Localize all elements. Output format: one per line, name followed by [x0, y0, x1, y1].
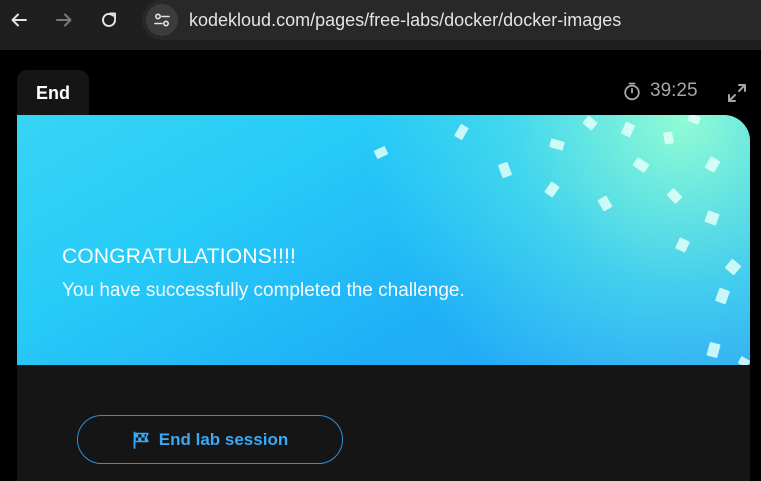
reload-button[interactable]: [93, 4, 125, 36]
timer-value: 39:25: [650, 80, 698, 101]
confetti-piece: [663, 131, 674, 145]
end-lab-session-label: End lab session: [158, 429, 289, 449]
address-bar[interactable]: kodekloud.com/pages/free-labs/docker/doc…: [142, 0, 761, 40]
end-lab-session-button[interactable]: End lab session: [77, 415, 343, 464]
back-button[interactable]: [3, 4, 35, 36]
forward-arrow-icon: [56, 13, 72, 27]
browser-toolbar: kodekloud.com/pages/free-labs/docker/doc…: [0, 0, 761, 50]
back-arrow-icon: [11, 13, 27, 27]
banner-glow: [360, 115, 750, 365]
url-text[interactable]: kodekloud.com/pages/free-labs/docker/doc…: [189, 10, 621, 31]
lab-result-panel: CONGRATULATIONS!!!! You have successfull…: [17, 115, 750, 481]
site-settings-icon: [154, 13, 170, 27]
expand-button[interactable]: [726, 82, 748, 104]
congratulations-title: CONGRATULATIONS!!!!: [62, 245, 297, 268]
tab-end[interactable]: End: [17, 70, 89, 118]
congratulations-banner: CONGRATULATIONS!!!! You have successfull…: [17, 115, 750, 365]
forward-button[interactable]: [48, 4, 80, 36]
lab-timer: 39:25: [622, 80, 698, 102]
expand-icon: [728, 84, 746, 102]
congratulations-message: You have successfully completed the chal…: [62, 280, 465, 301]
reload-icon: [102, 12, 116, 27]
site-info-button[interactable]: [146, 4, 178, 36]
stopwatch-icon: [622, 81, 642, 101]
checkered-flag-icon: [132, 431, 150, 449]
